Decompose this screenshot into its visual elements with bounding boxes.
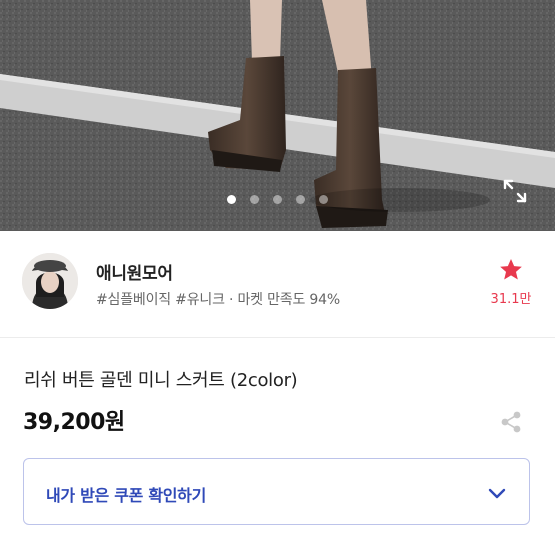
gallery-dot[interactable]: [227, 195, 236, 204]
gallery-dot[interactable]: [273, 195, 282, 204]
share-icon[interactable]: [498, 409, 524, 435]
favorite-button[interactable]: 31.1만: [486, 257, 536, 307]
seller-avatar[interactable]: [22, 253, 78, 309]
seller-tags: #심플베이직 #유니크 · 마켓 만족도 94%: [96, 292, 340, 308]
product-image-gallery[interactable]: [0, 0, 555, 231]
gallery-dot[interactable]: [296, 195, 305, 204]
product-title: 리쉬 버튼 골덴 미니 스커트 (2color): [24, 370, 298, 391]
star-icon: [500, 258, 522, 280]
gallery-pagination: [0, 195, 555, 204]
favorite-count: 31.1만: [490, 292, 532, 307]
coupon-label: 내가 받은 쿠폰 확인하기: [46, 486, 207, 505]
product-price: 39,200원: [23, 410, 125, 435]
chevron-down-icon: [488, 488, 506, 499]
seller-name[interactable]: 애니원모어: [96, 259, 173, 284]
coupon-check-button[interactable]: 내가 받은 쿠폰 확인하기: [23, 458, 530, 525]
gallery-dot[interactable]: [319, 195, 328, 204]
gallery-dot[interactable]: [250, 195, 259, 204]
seller-section: 애니원모어 #심플베이직 #유니크 · 마켓 만족도 94% 31.1만: [0, 231, 555, 338]
expand-icon[interactable]: [500, 176, 530, 206]
